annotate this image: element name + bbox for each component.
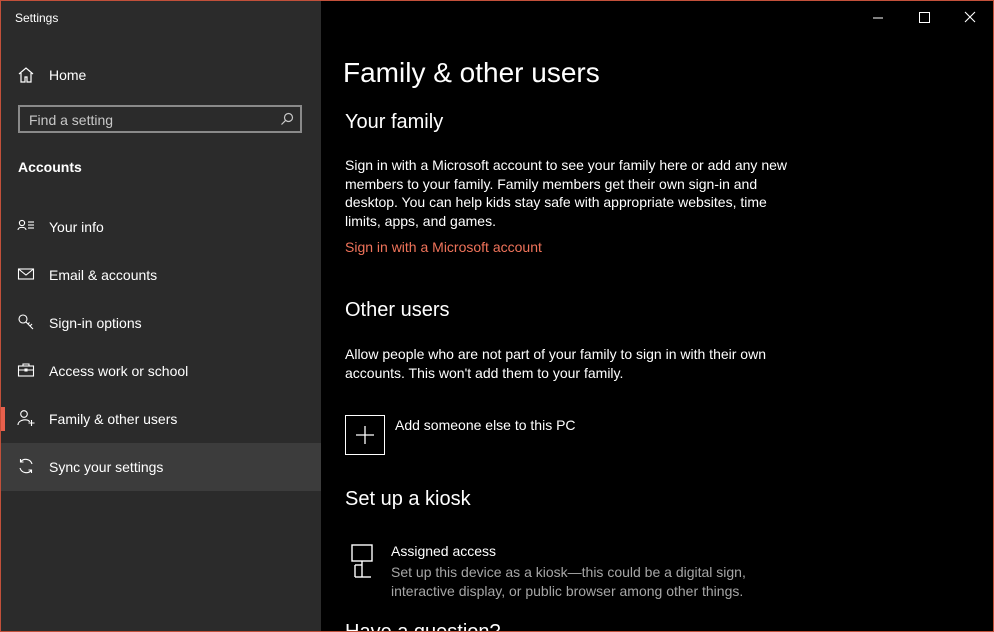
app-title: Settings <box>15 11 59 25</box>
sidebar-item-label: Your info <box>49 219 104 235</box>
sidebar-item-email-accounts[interactable]: Email & accounts <box>1 251 321 299</box>
search-box[interactable] <box>18 105 302 133</box>
mail-icon <box>17 268 35 280</box>
sidebar-item-your-info[interactable]: Your info <box>1 203 321 251</box>
sidebar-item-sync-settings[interactable]: Sync your settings <box>1 443 321 491</box>
kiosk-icon[interactable] <box>349 543 379 579</box>
sidebar: Settings Home Accounts Your info <box>1 1 321 631</box>
plus-icon <box>356 426 374 444</box>
add-someone-label[interactable]: Add someone else to this PC <box>395 417 576 433</box>
assigned-access-desc: Set up this device as a kiosk—this could… <box>391 564 746 599</box>
sidebar-item-label: Email & accounts <box>49 267 158 283</box>
minimize-button[interactable] <box>855 1 901 33</box>
your-family-heading: Your family <box>345 111 444 133</box>
sidebar-item-label: Family & other users <box>49 411 178 427</box>
sidebar-item-family-other-users[interactable]: Family & other users <box>1 395 321 443</box>
home-nav-item[interactable]: Home <box>1 59 321 91</box>
person-card-icon <box>17 219 34 231</box>
main-content: Family & other users Your family Sign in… <box>321 1 993 631</box>
sync-icon <box>19 458 33 474</box>
your-family-text: Sign in with a Microsoft account to see … <box>345 157 787 229</box>
section-label-accounts: Accounts <box>18 159 82 175</box>
home-label: Home <box>49 67 87 83</box>
search-icon[interactable] <box>280 112 294 126</box>
close-icon <box>964 11 976 23</box>
sidebar-item-label: Access work or school <box>49 363 189 379</box>
close-button[interactable] <box>947 1 993 33</box>
home-icon <box>18 67 34 83</box>
maximize-icon <box>919 12 930 23</box>
sidebar-item-label: Sign-in options <box>49 315 142 331</box>
search-input[interactable] <box>29 111 269 129</box>
sidebar-item-access-work[interactable]: Access work or school <box>1 347 321 395</box>
sign-in-microsoft-link[interactable]: Sign in with a Microsoft account <box>345 239 542 255</box>
active-indicator <box>1 407 5 431</box>
sidebar-item-sign-in-options[interactable]: Sign-in options <box>1 299 321 347</box>
assigned-access-title[interactable]: Assigned access <box>391 543 496 559</box>
minimize-icon <box>873 17 883 19</box>
kiosk-heading: Set up a kiosk <box>345 488 471 510</box>
other-users-heading: Other users <box>345 299 450 321</box>
add-person-icon <box>17 410 35 426</box>
page-title: Family & other users <box>343 57 600 88</box>
question-heading: Have a question? <box>345 621 501 632</box>
other-users-text: Allow people who are not part of your fa… <box>345 346 766 381</box>
briefcase-icon <box>17 363 35 377</box>
add-user-button[interactable] <box>345 415 385 455</box>
maximize-button[interactable] <box>901 1 947 33</box>
key-icon <box>18 314 34 330</box>
sidebar-item-label: Sync your settings <box>49 459 164 475</box>
settings-window: Settings Home Accounts Your info <box>0 0 994 632</box>
